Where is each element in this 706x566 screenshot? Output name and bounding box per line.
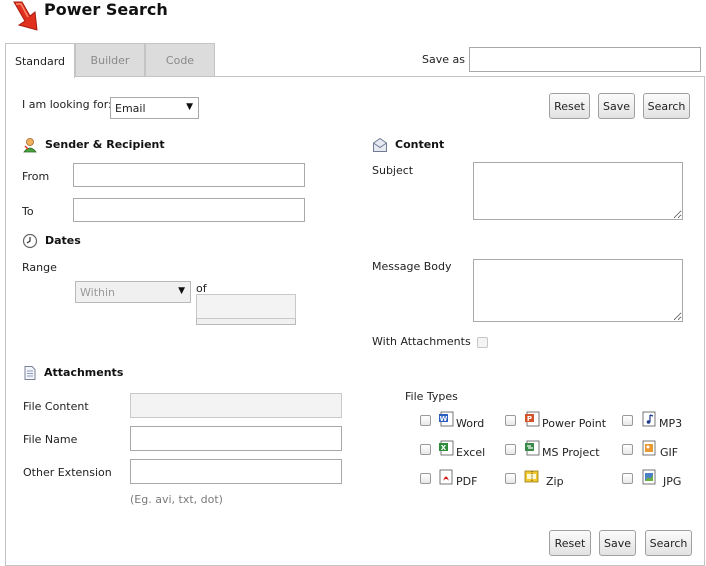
msproject-checkbox[interactable] [505, 444, 516, 455]
save-button-top[interactable]: Save [598, 93, 635, 119]
zip-checkbox[interactable] [505, 473, 516, 484]
looking-for-select[interactable]: Email ▼ [110, 97, 199, 119]
looking-for-label: I am looking for: [22, 98, 112, 111]
reset-button-bottom[interactable]: Reset [549, 530, 591, 556]
subject-label: Subject [372, 164, 414, 177]
subject-textarea[interactable] [473, 162, 683, 220]
looking-for-value: Email [115, 101, 146, 115]
save-as-label: Save as [422, 53, 465, 66]
page-title: Power Search [44, 0, 168, 19]
with-attachments-checkbox[interactable] [477, 337, 488, 348]
search-button-top[interactable]: Search [643, 93, 690, 119]
dropdown-arrow-icon: ▼ [186, 102, 193, 112]
pdf-icon [439, 469, 453, 485]
power-search-arrow-icon [13, 1, 38, 31]
zip-label: Zip [546, 475, 564, 488]
person-icon [23, 138, 37, 153]
document-icon [24, 366, 36, 380]
jpg-checkbox[interactable] [622, 473, 633, 484]
svg-text:X: X [441, 444, 447, 452]
svg-text:W: W [440, 415, 448, 423]
dropdown-arrow-icon: ▼ [178, 286, 185, 296]
tab-builder[interactable]: Builder [75, 43, 145, 76]
other-extension-input[interactable] [130, 459, 342, 484]
dates-title: Dates [45, 234, 81, 247]
pdf-label: PDF [456, 475, 478, 488]
message-body-textarea[interactable] [473, 259, 683, 322]
to-input[interactable] [73, 198, 305, 222]
file-name-label: File Name [23, 433, 78, 446]
message-body-label: Message Body [372, 260, 452, 273]
tab-code[interactable]: Code [145, 43, 215, 76]
attachments-title: Attachments [44, 366, 124, 379]
clock-icon [22, 233, 38, 249]
to-label: To [22, 205, 34, 218]
pdf-checkbox[interactable] [420, 473, 431, 484]
other-extension-label: Other Extension [23, 466, 112, 479]
save-button-bottom[interactable]: Save [599, 530, 636, 556]
jpg-label: JPG [663, 475, 682, 488]
save-as-input[interactable] [469, 47, 701, 72]
with-attachments-label: With Attachments [372, 335, 471, 348]
range-select[interactable]: Within ▼ [75, 281, 191, 303]
tab-standard[interactable]: Standard [5, 43, 75, 78]
svg-text:P: P [527, 415, 532, 423]
msproject-icon [525, 440, 540, 456]
search-button-bottom[interactable]: Search [645, 530, 692, 556]
mp3-checkbox[interactable] [622, 415, 633, 426]
jpg-icon [642, 469, 656, 485]
range-label: Range [22, 261, 57, 274]
msproject-label: MS Project [542, 446, 600, 459]
file-content-label: File Content [23, 400, 89, 413]
other-extension-hint: (Eg. avi, txt, dot) [130, 493, 223, 506]
word-label: Word [456, 417, 485, 430]
reset-button-top[interactable]: Reset [549, 93, 590, 119]
mp3-icon [642, 411, 656, 427]
gif-icon [642, 440, 656, 456]
file-types-title: File Types [405, 390, 458, 403]
powerpoint-checkbox[interactable] [505, 415, 516, 426]
powerpoint-label: Power Point [542, 417, 607, 430]
of-date-input[interactable] [196, 294, 296, 319]
file-name-input[interactable] [130, 426, 342, 451]
word-icon: W [439, 411, 454, 427]
gif-checkbox[interactable] [622, 444, 633, 455]
envelope-icon [373, 137, 387, 152]
content-title: Content [395, 138, 445, 151]
from-input[interactable] [73, 163, 305, 187]
excel-icon: X [439, 440, 454, 456]
range-value: Within [80, 285, 116, 299]
powerpoint-icon: P [525, 411, 540, 427]
mp3-label: MP3 [659, 417, 683, 430]
from-label: From [22, 170, 50, 183]
sender-recipient-title: Sender & Recipient [45, 138, 165, 151]
word-checkbox[interactable] [420, 415, 431, 426]
file-content-input[interactable] [130, 393, 342, 418]
excel-label: Excel [456, 446, 486, 459]
gif-label: GIF [660, 446, 679, 459]
excel-checkbox[interactable] [420, 444, 431, 455]
zip-icon [524, 470, 539, 483]
